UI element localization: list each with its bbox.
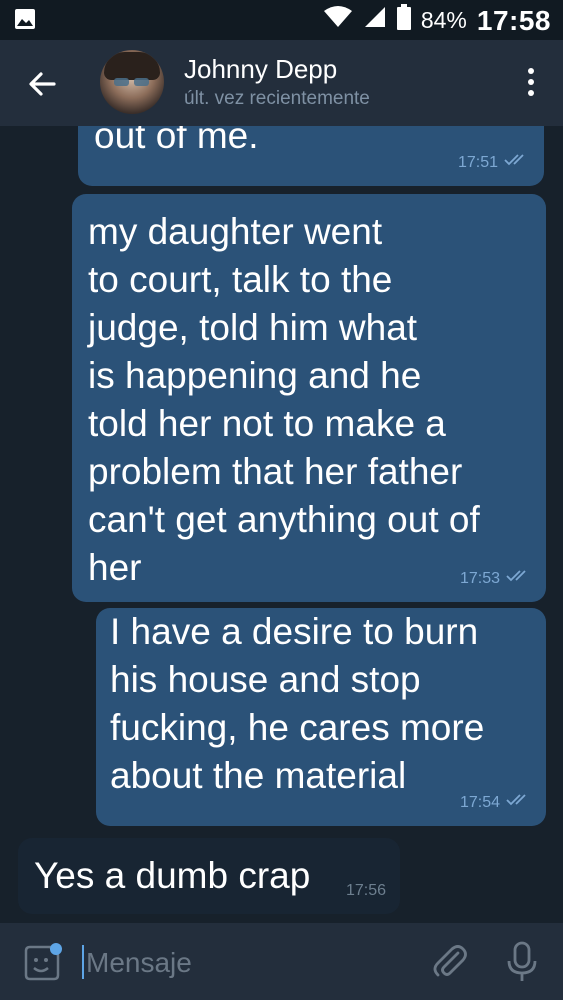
wifi-icon <box>323 5 353 36</box>
contact-name[interactable]: Johnny Depp <box>184 54 337 85</box>
message-time: 17:51 <box>457 153 498 171</box>
message-input[interactable]: Mensaje <box>86 947 192 979</box>
text-cursor <box>82 945 84 979</box>
message-text: I have a desire to burn his house and st… <box>110 611 485 796</box>
double-check-icon <box>506 569 532 588</box>
message-time: 17:56 <box>345 882 386 899</box>
battery-percent: 84% <box>420 7 467 33</box>
double-check-icon <box>506 793 532 812</box>
image-notification-icon <box>14 8 36 35</box>
message-bubble-incoming[interactable]: Yes a dumb crap 17:56 <box>18 838 400 914</box>
sticker-icon[interactable] <box>22 943 62 983</box>
attach-icon[interactable] <box>430 941 470 981</box>
status-time: 17:58 <box>476 4 551 36</box>
status-bar: 84% 17:58 <box>0 0 563 40</box>
message-input-bar: Mensaje <box>0 923 563 1000</box>
message-bubble-outgoing[interactable]: my daughter went to court, talk to the j… <box>72 194 546 602</box>
message-text: my daughter went to court, talk to the j… <box>88 211 480 588</box>
message-text: Yes a dumb crap <box>34 855 311 896</box>
more-vert-icon[interactable] <box>527 68 535 100</box>
double-check-icon <box>504 153 530 172</box>
message-bubble-outgoing[interactable]: I have a desire to burn his house and st… <box>96 608 546 826</box>
mic-icon[interactable] <box>504 941 540 983</box>
last-seen-status: últ. vez recientemente <box>184 88 370 109</box>
message-list[interactable]: out of me. 17:51 my daughter went to cou… <box>0 126 563 923</box>
battery-icon <box>396 4 411 37</box>
chat-header: Johnny Depp últ. vez recientemente <box>0 40 563 126</box>
message-time: 17:53 <box>459 569 500 587</box>
message-bubble-outgoing[interactable]: out of me. 17:51 <box>78 126 544 186</box>
avatar[interactable] <box>100 50 164 114</box>
back-arrow-icon[interactable] <box>24 66 60 102</box>
message-text: out of me. <box>94 126 259 156</box>
message-time: 17:54 <box>459 793 500 811</box>
signal-icon <box>363 5 387 36</box>
